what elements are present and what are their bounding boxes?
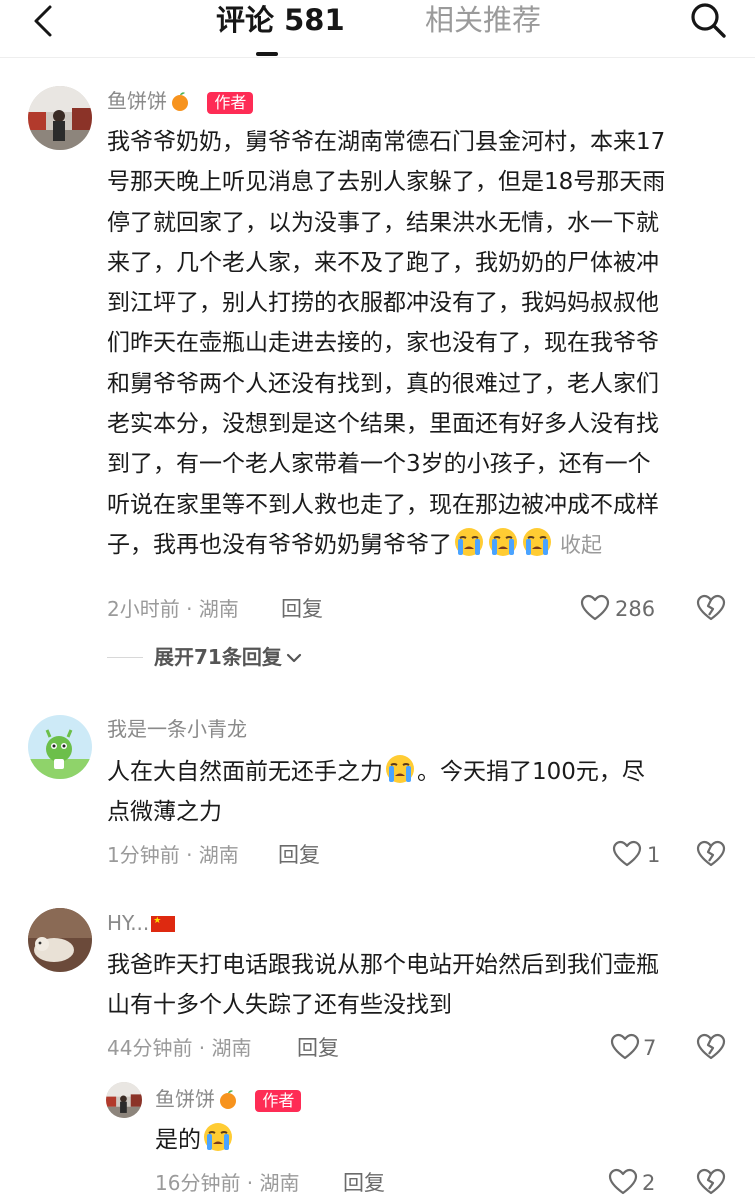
heart-icon[interactable] — [610, 1033, 640, 1061]
dislike-icon[interactable] — [696, 840, 726, 868]
dislike-icon[interactable] — [696, 1168, 726, 1196]
crying-emoji-icon — [386, 755, 414, 783]
orange-emoji-icon — [172, 92, 188, 111]
expand-divider — [107, 657, 143, 658]
like-count: 7 — [643, 1036, 657, 1060]
author-badge: 作者 — [255, 1090, 302, 1112]
comment-text-line: 我爸昨天打电话跟我说从那个电站开始然后到我们壶瓶 — [107, 952, 659, 978]
chevron-down-icon — [286, 653, 301, 663]
heart-icon[interactable] — [608, 1168, 638, 1196]
heart-icon[interactable] — [612, 840, 642, 868]
avatar[interactable] — [28, 715, 92, 779]
china-flag-icon — [151, 916, 176, 932]
like-count: 286 — [615, 597, 656, 621]
comment-text-line: 山有十多个人失踪了还有些没找到 — [107, 992, 452, 1018]
author-badge: 作者 — [207, 92, 254, 114]
reply-button[interactable]: 回复 — [281, 596, 323, 622]
tab-related[interactable]: 相关推荐 — [425, 2, 541, 38]
avatar[interactable] — [106, 1082, 142, 1118]
username[interactable]: 鱼饼饼 — [107, 89, 167, 113]
like-count: 2 — [642, 1171, 656, 1195]
comment-meta: 1分钟前 · 湖南 — [107, 843, 239, 867]
expand-replies-button[interactable]: 展开71条回复 — [154, 644, 302, 670]
reply-button[interactable]: 回复 — [297, 1035, 339, 1061]
dislike-icon[interactable] — [696, 594, 726, 622]
crying-emoji-icon — [523, 527, 551, 556]
crying-emoji-icon — [489, 527, 517, 556]
username[interactable]: 我是一条小青龙 — [107, 716, 247, 742]
active-tab-indicator — [256, 52, 278, 56]
comment-meta: 2小时前 · 湖南 — [107, 597, 239, 621]
avatar[interactable] — [28, 86, 92, 150]
reply-button[interactable]: 回复 — [278, 842, 320, 868]
heart-icon[interactable] — [580, 594, 610, 622]
comment-meta: 44分钟前 · 湖南 — [107, 1036, 252, 1060]
collapse-link[interactable]: 收起 — [560, 533, 602, 557]
comment-meta: 16分钟前 · 湖南 — [155, 1171, 300, 1195]
chevron-left-icon[interactable] — [30, 4, 60, 38]
orange-emoji-icon — [220, 1090, 236, 1109]
crying-emoji-icon — [455, 527, 483, 556]
username[interactable]: 鱼饼饼 — [155, 1087, 215, 1111]
like-count: 1 — [647, 843, 661, 867]
comment-text-line: 点微薄之力 — [107, 799, 222, 825]
tab-comments[interactable]: 评论 581 — [216, 2, 345, 38]
comment-text: 是的 — [155, 1120, 235, 1160]
header-divider — [0, 57, 755, 58]
search-icon[interactable] — [688, 0, 728, 40]
reply-button[interactable]: 回复 — [343, 1170, 385, 1196]
top-bar: 评论 581 相关推荐 — [0, 0, 755, 58]
dislike-icon[interactable] — [696, 1033, 726, 1061]
comment-text: 人在大自然面前无还手之力 。今天捐了100元，尽 — [107, 752, 645, 792]
crying-emoji-icon — [204, 1123, 232, 1151]
avatar[interactable] — [28, 908, 92, 972]
comment-text: 我爷爷奶奶，舅爷爷在湖南常德石门县金河村，本来17 号那天晚上听见消息了去别人家… — [107, 129, 666, 558]
username[interactable]: HY... — [107, 911, 149, 935]
